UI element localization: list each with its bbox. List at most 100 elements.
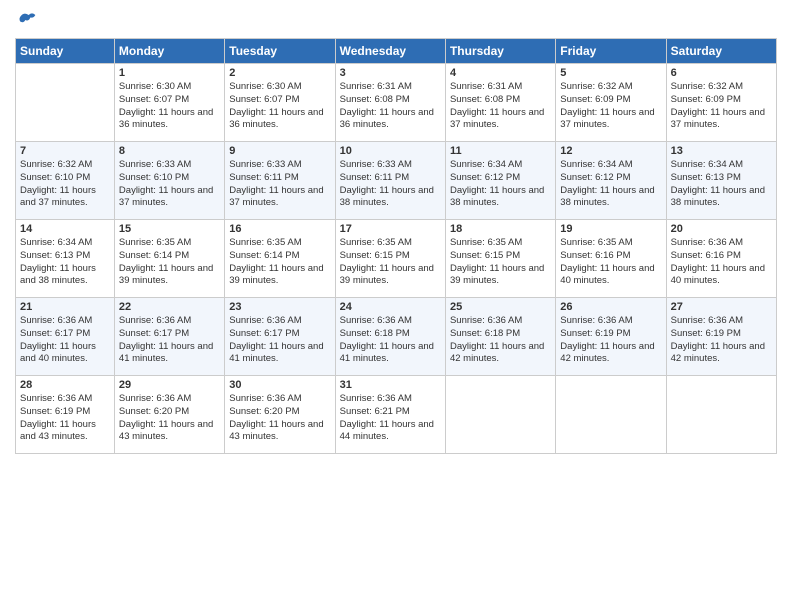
calendar-header-row: SundayMondayTuesdayWednesdayThursdayFrid… <box>16 39 777 64</box>
day-info: Sunrise: 6:36 AMSunset: 6:20 PMDaylight:… <box>229 393 330 444</box>
calendar-cell: 3 Sunrise: 6:31 AMSunset: 6:08 PMDaylight… <box>335 64 445 142</box>
col-header-tuesday: Tuesday <box>225 39 335 64</box>
calendar-cell: 10 Sunrise: 6:33 AMSunset: 6:11 PMDayligh… <box>335 142 445 220</box>
day-info: Sunrise: 6:30 AMSunset: 6:07 PMDaylight:… <box>119 81 220 132</box>
calendar-cell <box>445 376 555 454</box>
day-number: 25 <box>450 301 551 313</box>
day-info: Sunrise: 6:35 AMSunset: 6:14 PMDaylight:… <box>119 237 220 288</box>
calendar-cell: 4 Sunrise: 6:31 AMSunset: 6:08 PMDaylight… <box>445 64 555 142</box>
day-number: 23 <box>229 301 330 313</box>
day-info: Sunrise: 6:36 AMSunset: 6:19 PMDaylight:… <box>671 315 772 366</box>
col-header-friday: Friday <box>556 39 666 64</box>
calendar-cell: 19 Sunrise: 6:35 AMSunset: 6:16 PMDayligh… <box>556 220 666 298</box>
day-number: 27 <box>671 301 772 313</box>
day-number: 8 <box>119 145 220 157</box>
calendar-cell: 9 Sunrise: 6:33 AMSunset: 6:11 PMDaylight… <box>225 142 335 220</box>
day-number: 5 <box>560 67 661 79</box>
day-info: Sunrise: 6:33 AMSunset: 6:11 PMDaylight:… <box>229 159 330 210</box>
calendar-cell: 5Sunrise: 6:32 AMSunset: 6:09 PMDaylight… <box>556 64 666 142</box>
week-row-1: 1Sunrise: 6:30 AMSunset: 6:07 PMDaylight… <box>16 64 777 142</box>
calendar-table: SundayMondayTuesdayWednesdayThursdayFrid… <box>15 38 777 454</box>
day-info: Sunrise: 6:32 AMSunset: 6:09 PMDaylight:… <box>671 81 772 132</box>
day-info: Sunrise: 6:36 AMSunset: 6:16 PMDaylight:… <box>671 237 772 288</box>
calendar-cell: 2 Sunrise: 6:30 AMSunset: 6:07 PMDaylight… <box>225 64 335 142</box>
day-info: Sunrise: 6:36 AMSunset: 6:19 PMDaylight:… <box>560 315 661 366</box>
col-header-sunday: Sunday <box>16 39 115 64</box>
day-number: 14 <box>20 223 110 235</box>
day-info: Sunrise: 6:34 AMSunset: 6:13 PMDaylight:… <box>671 159 772 210</box>
day-info: Sunrise: 6:30 AMSunset: 6:07 PMDaylight:… <box>229 81 330 132</box>
calendar-cell: 8 Sunrise: 6:33 AMSunset: 6:10 PMDaylight… <box>114 142 224 220</box>
calendar-cell: 22 Sunrise: 6:36 AMSunset: 6:17 PMDayligh… <box>114 298 224 376</box>
day-number: 29 <box>119 379 220 391</box>
calendar-cell: 15 Sunrise: 6:35 AMSunset: 6:14 PMDayligh… <box>114 220 224 298</box>
calendar-cell: 25Sunrise: 6:36 AMSunset: 6:18 PMDayligh… <box>445 298 555 376</box>
calendar-cell: 23 Sunrise: 6:36 AMSunset: 6:17 PMDayligh… <box>225 298 335 376</box>
day-number: 26 <box>560 301 661 313</box>
day-info: Sunrise: 6:32 AMSunset: 6:10 PMDaylight:… <box>20 159 110 210</box>
day-info: Sunrise: 6:36 AMSunset: 6:17 PMDaylight:… <box>119 315 220 366</box>
week-row-3: 14 Sunrise: 6:34 AMSunset: 6:13 PMDayligh… <box>16 220 777 298</box>
calendar-cell: 16Sunrise: 6:35 AMSunset: 6:14 PMDayligh… <box>225 220 335 298</box>
week-row-2: 7 Sunrise: 6:32 AMSunset: 6:10 PMDaylight… <box>16 142 777 220</box>
logo-bird-icon <box>17 10 37 30</box>
day-number: 10 <box>340 145 441 157</box>
day-info: Sunrise: 6:35 AMSunset: 6:15 PMDaylight:… <box>450 237 551 288</box>
day-number: 2 <box>229 67 330 79</box>
header <box>15 10 777 30</box>
day-number: 9 <box>229 145 330 157</box>
day-number: 28 <box>20 379 110 391</box>
day-number: 20 <box>671 223 772 235</box>
day-info: Sunrise: 6:36 AMSunset: 6:19 PMDaylight:… <box>20 393 110 444</box>
calendar-cell: 1Sunrise: 6:30 AMSunset: 6:07 PMDaylight… <box>114 64 224 142</box>
day-info: Sunrise: 6:33 AMSunset: 6:10 PMDaylight:… <box>119 159 220 210</box>
calendar-cell: 18Sunrise: 6:35 AMSunset: 6:15 PMDayligh… <box>445 220 555 298</box>
day-number: 3 <box>340 67 441 79</box>
calendar-cell: 21 Sunrise: 6:36 AMSunset: 6:17 PMDayligh… <box>16 298 115 376</box>
day-info: Sunrise: 6:34 AMSunset: 6:12 PMDaylight:… <box>450 159 551 210</box>
day-number: 19 <box>560 223 661 235</box>
calendar-cell: 7 Sunrise: 6:32 AMSunset: 6:10 PMDaylight… <box>16 142 115 220</box>
day-number: 15 <box>119 223 220 235</box>
day-info: Sunrise: 6:35 AMSunset: 6:15 PMDaylight:… <box>340 237 441 288</box>
calendar-cell: 6 Sunrise: 6:32 AMSunset: 6:09 PMDaylight… <box>666 64 776 142</box>
day-info: Sunrise: 6:33 AMSunset: 6:11 PMDaylight:… <box>340 159 441 210</box>
day-number: 6 <box>671 67 772 79</box>
day-number: 4 <box>450 67 551 79</box>
calendar-cell <box>16 64 115 142</box>
col-header-wednesday: Wednesday <box>335 39 445 64</box>
day-number: 22 <box>119 301 220 313</box>
day-number: 21 <box>20 301 110 313</box>
day-info: Sunrise: 6:31 AMSunset: 6:08 PMDaylight:… <box>340 81 441 132</box>
logo <box>15 10 37 30</box>
day-info: Sunrise: 6:36 AMSunset: 6:17 PMDaylight:… <box>20 315 110 366</box>
week-row-5: 28 Sunrise: 6:36 AMSunset: 6:19 PMDayligh… <box>16 376 777 454</box>
calendar-cell <box>556 376 666 454</box>
calendar-cell <box>666 376 776 454</box>
day-number: 16 <box>229 223 330 235</box>
calendar-cell: 14 Sunrise: 6:34 AMSunset: 6:13 PMDayligh… <box>16 220 115 298</box>
col-header-saturday: Saturday <box>666 39 776 64</box>
page-container: SundayMondayTuesdayWednesdayThursdayFrid… <box>0 0 792 464</box>
day-number: 31 <box>340 379 441 391</box>
col-header-monday: Monday <box>114 39 224 64</box>
calendar-cell: 24Sunrise: 6:36 AMSunset: 6:18 PMDayligh… <box>335 298 445 376</box>
day-info: Sunrise: 6:35 AMSunset: 6:16 PMDaylight:… <box>560 237 661 288</box>
day-number: 17 <box>340 223 441 235</box>
day-number: 12 <box>560 145 661 157</box>
day-number: 7 <box>20 145 110 157</box>
calendar-cell: 28 Sunrise: 6:36 AMSunset: 6:19 PMDayligh… <box>16 376 115 454</box>
day-info: Sunrise: 6:31 AMSunset: 6:08 PMDaylight:… <box>450 81 551 132</box>
calendar-cell: 31 Sunrise: 6:36 AMSunset: 6:21 PMDayligh… <box>335 376 445 454</box>
day-info: Sunrise: 6:36 AMSunset: 6:17 PMDaylight:… <box>229 315 330 366</box>
calendar-cell: 12Sunrise: 6:34 AMSunset: 6:12 PMDayligh… <box>556 142 666 220</box>
day-number: 13 <box>671 145 772 157</box>
calendar-cell: 11Sunrise: 6:34 AMSunset: 6:12 PMDayligh… <box>445 142 555 220</box>
day-number: 24 <box>340 301 441 313</box>
day-info: Sunrise: 6:36 AMSunset: 6:20 PMDaylight:… <box>119 393 220 444</box>
calendar-cell: 30Sunrise: 6:36 AMSunset: 6:20 PMDayligh… <box>225 376 335 454</box>
day-info: Sunrise: 6:34 AMSunset: 6:13 PMDaylight:… <box>20 237 110 288</box>
day-info: Sunrise: 6:36 AMSunset: 6:21 PMDaylight:… <box>340 393 441 444</box>
calendar-cell: 27 Sunrise: 6:36 AMSunset: 6:19 PMDayligh… <box>666 298 776 376</box>
calendar-cell: 29 Sunrise: 6:36 AMSunset: 6:20 PMDayligh… <box>114 376 224 454</box>
